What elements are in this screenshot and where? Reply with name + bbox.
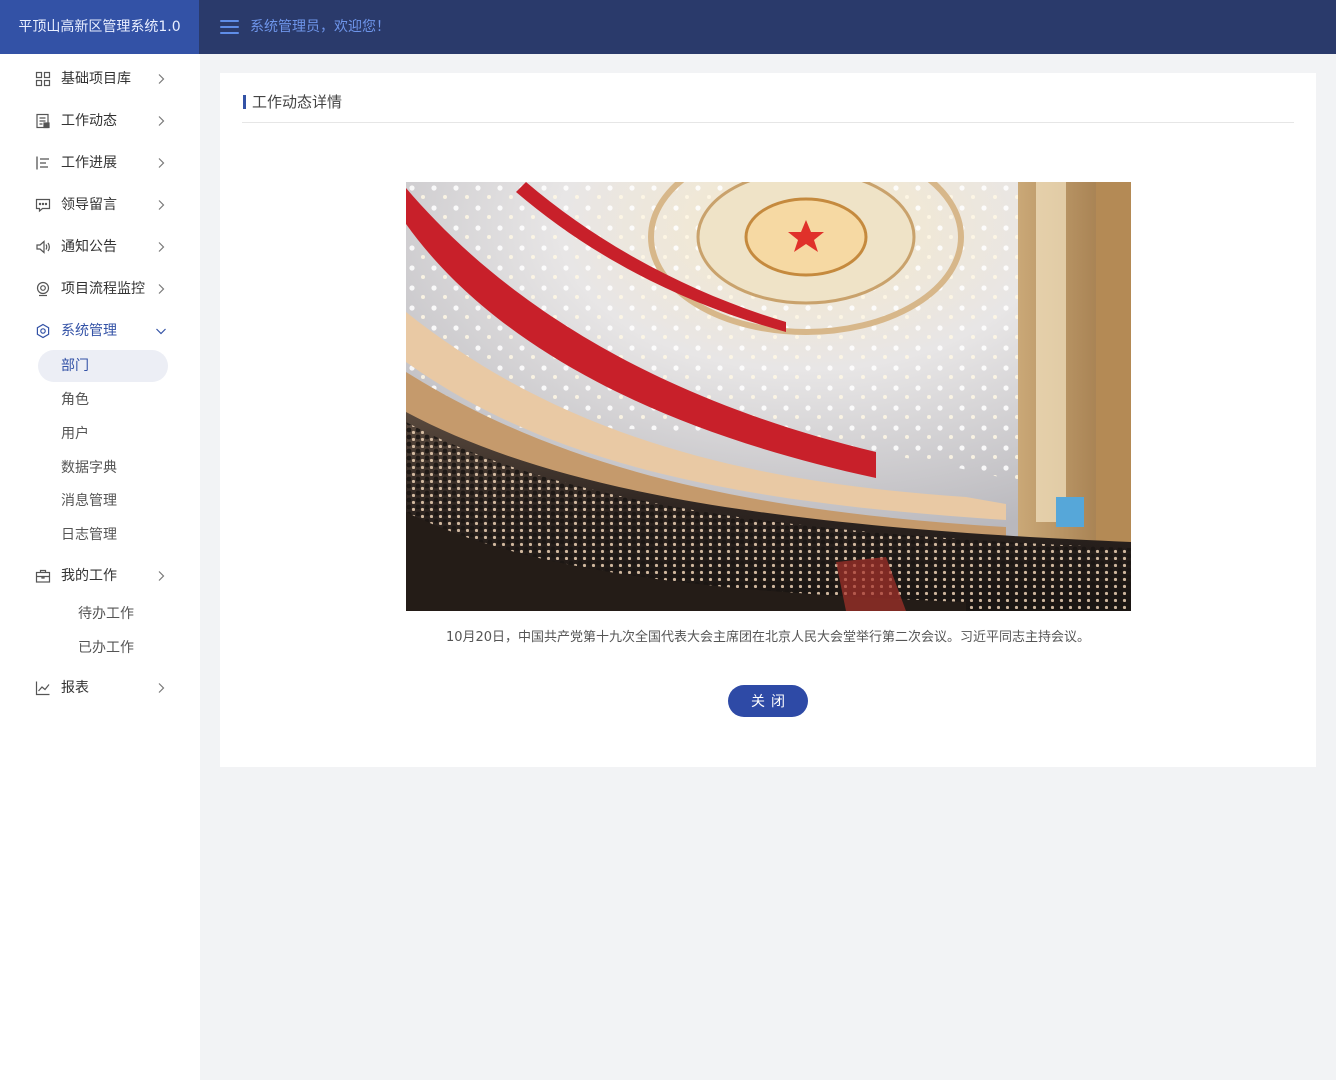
chevron-right-icon <box>158 284 165 294</box>
chevron-down-icon <box>156 328 166 335</box>
sidebar-subitem-label: 消息管理 <box>61 493 117 509</box>
app-title: 平顶山高新区管理系统1.0 <box>0 0 199 54</box>
sidebar-subitem-label: 待办工作 <box>78 606 134 622</box>
sidebar-item-work-progress[interactable]: 工作进展 <box>0 146 200 180</box>
sidebar-subitem-label: 部门 <box>61 358 89 374</box>
sidebar-subitem-todo-work[interactable]: 待办工作 <box>78 598 178 630</box>
chevron-right-icon <box>158 116 165 126</box>
sidebar-subitem-user[interactable]: 用户 <box>61 418 161 450</box>
sidebar-item-label: 工作进展 <box>61 155 117 171</box>
chevron-right-icon <box>158 683 165 693</box>
page-title: 工作动态详情 <box>252 93 343 111</box>
chevron-right-icon <box>158 200 165 210</box>
line-chart-icon <box>35 681 50 696</box>
sidebar-subitem-department[interactable]: 部门 <box>38 350 168 382</box>
message-icon <box>35 198 51 213</box>
chevron-right-icon <box>158 74 165 84</box>
sidebar-subitem-role[interactable]: 角色 <box>61 384 161 416</box>
sidebar-subitem-log-management[interactable]: 日志管理 <box>61 519 161 551</box>
sidebar-subitem-label: 角色 <box>61 392 89 408</box>
sidebar-item-label: 工作动态 <box>61 113 117 129</box>
progress-list-icon <box>36 156 49 170</box>
sidebar-subitem-label: 已办工作 <box>78 640 134 656</box>
sidebar-item-label: 项目流程监控 <box>61 281 145 297</box>
sidebar-item-my-work[interactable]: 我的工作 <box>0 559 200 593</box>
sidebar-item-label: 我的工作 <box>61 568 117 584</box>
sidebar: 基础项目库 工作动态 工作进展 领导留言 通知公告 项目流程监控 系统管理 部门… <box>0 54 200 1080</box>
sidebar-subitem-message-management[interactable]: 消息管理 <box>61 485 161 517</box>
sidebar-item-system-management[interactable]: 系统管理 <box>0 314 200 348</box>
title-divider <box>242 122 1294 123</box>
top-bar: 平顶山高新区管理系统1.0 系统管理员，欢迎您！ <box>0 0 1336 54</box>
detail-card: 工作动态详情 10月20日，中国共产党第十九次全国代表大会主席团在北京人民大会堂… <box>220 73 1316 767</box>
sidebar-item-leader-message[interactable]: 领导留言 <box>0 188 200 222</box>
briefcase-icon <box>35 569 51 583</box>
sidebar-item-label: 基础项目库 <box>61 71 131 87</box>
welcome-text: 系统管理员，欢迎您！ <box>250 19 390 35</box>
document-icon <box>36 113 50 129</box>
sidebar-item-reports[interactable]: 报表 <box>0 671 200 705</box>
photo-caption: 10月20日，中国共产党第十九次全国代表大会主席团在北京人民大会堂举行第二次会议… <box>445 630 1091 645</box>
chevron-right-icon <box>158 242 165 252</box>
sidebar-item-label: 领导留言 <box>61 197 117 213</box>
sidebar-subitem-done-work[interactable]: 已办工作 <box>78 632 178 664</box>
chevron-right-icon <box>158 571 165 581</box>
sidebar-subitem-label: 用户 <box>61 426 89 442</box>
camera-icon <box>36 281 50 297</box>
sidebar-item-work-dynamics[interactable]: 工作动态 <box>0 104 200 138</box>
sidebar-subitem-label: 日志管理 <box>61 527 117 543</box>
sidebar-item-label: 通知公告 <box>61 239 117 255</box>
speaker-icon <box>36 240 50 254</box>
sidebar-item-project-monitor[interactable]: 项目流程监控 <box>0 272 200 306</box>
sidebar-subitem-data-dictionary[interactable]: 数据字典 <box>61 452 161 484</box>
menu-toggle-icon[interactable] <box>220 18 240 36</box>
sidebar-item-notice[interactable]: 通知公告 <box>0 230 200 264</box>
sidebar-item-basic-projects[interactable]: 基础项目库 <box>0 62 200 96</box>
news-photo <box>406 182 1131 611</box>
close-button[interactable]: 关闭 <box>728 685 808 717</box>
title-accent-bar <box>243 95 246 109</box>
sidebar-subitem-label: 数据字典 <box>61 460 117 476</box>
sidebar-item-label: 系统管理 <box>61 323 117 339</box>
sidebar-item-label: 报表 <box>61 680 89 696</box>
gear-icon <box>36 323 50 339</box>
grid-icon <box>35 71 51 87</box>
chevron-right-icon <box>158 158 165 168</box>
